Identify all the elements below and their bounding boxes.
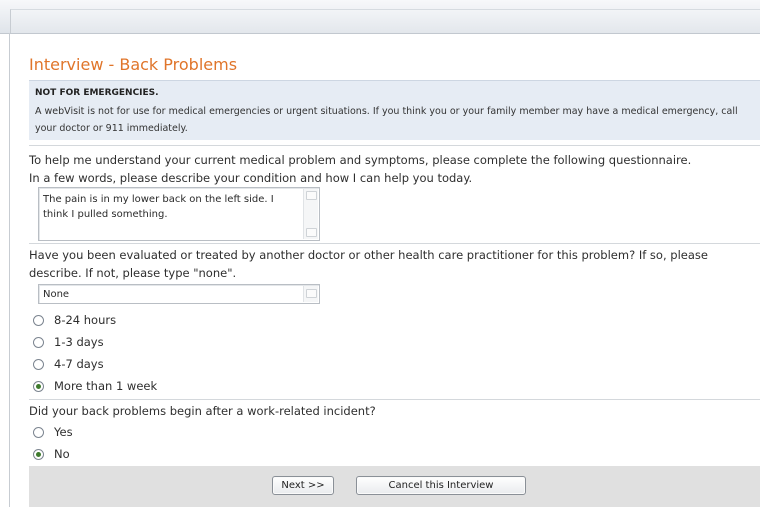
duration-label: 8-24 hours — [54, 313, 117, 327]
work-related-question: Did your back problems begin after a wor… — [29, 404, 376, 418]
radio-button-checked[interactable] — [33, 381, 44, 392]
intro-text: To help me understand your current medic… — [29, 153, 692, 167]
divider — [29, 145, 760, 146]
input-scrollbar[interactable] — [303, 286, 318, 302]
page-title: Interview - Back Problems — [29, 55, 238, 74]
radio-button[interactable] — [33, 427, 44, 438]
condition-text: The pain is in my lower back on the left… — [43, 194, 274, 220]
prior-treatment-value: None — [43, 289, 70, 300]
form-footer: Next >> Cancel this Interview — [29, 466, 760, 507]
condition-question: In a few words, please describe your con… — [29, 171, 473, 185]
textarea-scrollbar[interactable] — [303, 189, 318, 239]
scroll-up-icon[interactable] — [306, 289, 317, 298]
browser-toolbar — [0, 0, 760, 34]
emergency-notice: NOT FOR EMERGENCIES. A webVisit is not f… — [29, 80, 760, 140]
toolbar-inner-panel — [10, 9, 760, 33]
radio-button[interactable] — [33, 359, 44, 370]
condition-textarea[interactable]: The pain is in my lower back on the left… — [38, 187, 320, 241]
divider — [29, 399, 760, 400]
duration-label: 1-3 days — [54, 335, 104, 349]
frame-border — [9, 33, 10, 507]
cancel-interview-button[interactable]: Cancel this Interview — [356, 476, 526, 495]
scroll-down-icon[interactable] — [306, 228, 317, 237]
duration-label: 4-7 days — [54, 357, 104, 371]
prior-treatment-question: Have you been evaluated or treated by an… — [29, 248, 708, 280]
radio-button[interactable] — [33, 337, 44, 348]
radio-button[interactable] — [33, 315, 44, 326]
prior-treatment-input[interactable]: None — [38, 284, 320, 304]
next-button[interactable]: Next >> — [272, 476, 334, 495]
notice-text: A webVisit is not for use for medical em… — [35, 106, 738, 134]
scroll-up-icon[interactable] — [306, 191, 317, 200]
work-related-label: No — [54, 447, 70, 461]
duration-label: More than 1 week — [54, 379, 158, 393]
notice-heading: NOT FOR EMERGENCIES. — [35, 88, 159, 98]
divider — [29, 243, 760, 244]
work-related-label: Yes — [54, 425, 73, 439]
radio-button-checked[interactable] — [33, 449, 44, 460]
